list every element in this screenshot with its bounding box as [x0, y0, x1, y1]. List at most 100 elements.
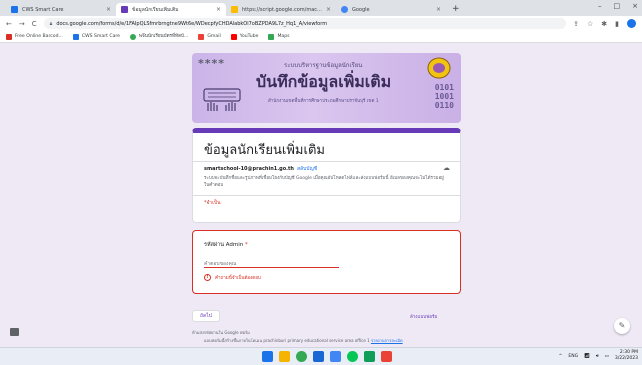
- question-card-admin-password: รหัสผ่าน Admin * คำตอบของคุณ ! คำถามนี้จ…: [192, 230, 461, 294]
- email-text: smartschool-10@prachin1.go.th: [204, 166, 294, 172]
- report-abuse-link[interactable]: รายงานการละเมิด: [371, 338, 403, 343]
- bookmark-label: YouTube: [239, 34, 259, 39]
- school-emblem-icon: [427, 57, 451, 79]
- start-icon[interactable]: [262, 351, 273, 362]
- url-text: docs.google.com/forms/d/e/1FAIpQLSfmrbrn…: [56, 20, 328, 27]
- question-label: รหัสผ่าน Admin: [204, 242, 244, 248]
- lock-icon[interactable]: 🔒︎: [50, 21, 53, 27]
- maximize-icon[interactable]: □: [614, 2, 621, 10]
- keyboard-hands-icon: [203, 88, 241, 111]
- form-title: ข้อมูลนักเรียนเพิ่มเติม: [204, 143, 325, 158]
- forms-favicon-icon: [121, 6, 128, 13]
- tab-google[interactable]: Google ×: [336, 3, 446, 16]
- bookmark-gmail[interactable]: Gmail: [198, 33, 221, 40]
- photos-icon[interactable]: [330, 351, 341, 362]
- system-tray: ^ ENG 📶︎ 🔊︎ ▭ 2:30 PM 3/22/2023: [559, 350, 638, 362]
- answer-input[interactable]: คำตอบของคุณ: [204, 258, 339, 268]
- forward-icon[interactable]: →: [19, 20, 25, 28]
- clear-form-button[interactable]: ล้างแบบฟอร์ม: [410, 313, 437, 320]
- footer-credit-text: แบบฟอร์มนี้สร้างขึ้นภายในโดเมน prachinbu…: [204, 338, 370, 343]
- close-tab-icon[interactable]: ×: [326, 6, 331, 13]
- barcode-bookmark-icon: [6, 33, 12, 40]
- youtube-icon: [230, 33, 237, 40]
- binary-row: 1001: [434, 92, 454, 101]
- calendar-icon[interactable]: [364, 351, 375, 362]
- validation-error: ! คำถามนี้จำเป็นต้องตอบ: [204, 274, 261, 281]
- maps-app-icon[interactable]: [381, 351, 392, 362]
- wifi-icon[interactable]: 📶︎: [584, 354, 590, 359]
- banner-main-title: บันทึกข้อมูลเพิ่มเติม: [256, 72, 392, 91]
- next-button[interactable]: ถัดไป: [192, 310, 220, 322]
- close-tab-icon[interactable]: ×: [106, 6, 111, 13]
- bookmark-label: Maps: [277, 34, 290, 39]
- error-icon: !: [204, 274, 211, 281]
- privacy-note: ระบบจะบันทึกชื่อและรูปภาพที่เชื่อมโยงกับ…: [204, 176, 444, 188]
- google-favicon-icon: [341, 6, 348, 13]
- edit-pencil-icon[interactable]: ✎: [614, 318, 630, 334]
- address-bar[interactable]: 🔒︎ docs.google.com/forms/d/e/1FAIpQLSfmr…: [43, 18, 567, 29]
- close-tab-icon[interactable]: ×: [436, 6, 441, 13]
- bookmark-youtube[interactable]: YouTube: [230, 33, 259, 40]
- language-indicator[interactable]: ENG: [568, 354, 578, 359]
- error-text: คำถามนี้จำเป็นต้องตอบ: [215, 276, 261, 281]
- windows-taskbar: ^ ENG 📶︎ 🔊︎ ▭ 2:30 PM 3/22/2023: [0, 347, 642, 365]
- maps-icon: [268, 33, 275, 40]
- bookmark-star-icon[interactable]: ☆: [587, 20, 593, 28]
- browser-tab-strip: CWS Smart Care × ข้อมูลนักเรียนเพิ่มเติม…: [0, 0, 642, 16]
- bookmark-label: Gmail: [207, 34, 221, 39]
- tab-cws-smart-care[interactable]: CWS Smart Care ×: [6, 3, 116, 16]
- bookmark-label: Free Online Barcod...: [15, 34, 63, 39]
- divider: [193, 161, 460, 162]
- file-explorer-icon[interactable]: [279, 351, 290, 362]
- bookmark-barcode[interactable]: Free Online Barcod...: [6, 33, 63, 40]
- tab-label: Google: [352, 6, 370, 13]
- account-email: smartschool-10@prachin1.go.th สลับบัญชี: [204, 165, 317, 173]
- battery-icon[interactable]: ▭: [605, 354, 609, 359]
- clock[interactable]: 2:30 PM 3/22/2023: [615, 350, 638, 362]
- password-warning: ห้ามส่งรหัสผ่านใน Google ฟอร์ม: [192, 330, 250, 335]
- close-tab-icon[interactable]: ×: [216, 6, 221, 13]
- cws-bookmark-icon: [72, 33, 79, 40]
- bookmark-maps[interactable]: Maps: [268, 33, 290, 40]
- share-icon[interactable]: ⇪: [573, 20, 579, 28]
- volume-icon[interactable]: 🔊︎: [596, 353, 599, 359]
- new-tab-button[interactable]: +: [446, 3, 466, 16]
- tab-label: https://script.google.com/macros: [242, 6, 323, 13]
- tab-label: CWS Smart Care: [22, 6, 64, 13]
- close-window-icon[interactable]: ×: [632, 2, 638, 10]
- profile-avatar[interactable]: [627, 19, 636, 28]
- back-icon[interactable]: ←: [6, 20, 12, 28]
- divider: [193, 195, 460, 196]
- tab-apps-script[interactable]: https://script.google.com/macros ×: [226, 3, 336, 16]
- switch-account-link[interactable]: สลับบัญชี: [297, 166, 317, 172]
- reload-icon[interactable]: C: [32, 20, 37, 28]
- tab-label: ข้อมูลนักเรียนเพิ่มเติม: [132, 6, 179, 13]
- taskbar-apps: [262, 351, 392, 362]
- binary-digits: 0101 1001 0110: [435, 83, 454, 110]
- sidepanel-icon[interactable]: ▮: [615, 20, 619, 28]
- extensions-icon[interactable]: ✱: [601, 20, 607, 28]
- script-favicon-icon: [231, 6, 238, 13]
- question-title: รหัสผ่าน Admin *: [204, 241, 248, 249]
- globe-bookmark-icon: [130, 33, 136, 40]
- cws-favicon-icon: [11, 6, 18, 13]
- required-mark: *: [245, 242, 248, 248]
- toolbar-actions: ⇪ ☆ ✱ ▮: [573, 19, 636, 28]
- chrome-icon[interactable]: [296, 351, 307, 362]
- cloud-save-icon: ☁: [443, 164, 450, 172]
- bookmark-student-card[interactable]: พจีนนักเรียนบัตรที่ทัดบ้...: [130, 33, 188, 40]
- binary-row: 0110: [434, 101, 454, 110]
- feedback-chat-icon[interactable]: [10, 328, 19, 336]
- minimize-icon[interactable]: –: [598, 2, 602, 10]
- form-page: **** ระบบบริหารฐานข้อมูลนักเรียน บันทึกข…: [0, 43, 642, 347]
- show-hidden-icon[interactable]: ^: [559, 354, 563, 359]
- bookmarks-bar: Free Online Barcod... CWS Smart Care พจี…: [0, 31, 642, 43]
- tab-student-form[interactable]: ข้อมูลนักเรียนเพิ่มเติม ×: [116, 3, 226, 16]
- bookmark-label: พจีนนักเรียนบัตรที่ทัดบ้...: [139, 34, 189, 39]
- window-controls: – □ ×: [598, 2, 638, 10]
- form-header-banner: **** ระบบบริหารฐานข้อมูลนักเรียน บันทึกข…: [192, 53, 461, 123]
- line-icon[interactable]: [347, 351, 358, 362]
- bookmark-cws[interactable]: CWS Smart Care: [72, 33, 120, 40]
- footer-credit: แบบฟอร์มนี้สร้างขึ้นภายในโดเมน prachinbu…: [204, 337, 403, 344]
- store-icon[interactable]: [313, 351, 324, 362]
